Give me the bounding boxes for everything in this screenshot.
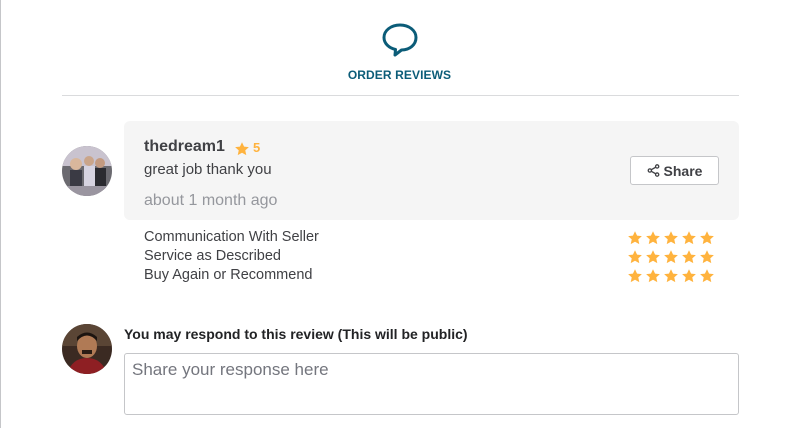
left-border — [0, 0, 1, 428]
criteria-label: Service as Described — [144, 248, 281, 264]
criteria-row: Service as Described — [144, 248, 724, 267]
criteria-stars — [627, 230, 715, 246]
review-text: great job thank you — [144, 161, 272, 178]
star-icon — [646, 250, 660, 264]
star-icon — [682, 250, 696, 264]
star-icon — [664, 269, 678, 283]
star-icon — [646, 231, 660, 245]
reviewer-username[interactable]: thedream1 — [144, 138, 225, 156]
share-icon — [647, 164, 659, 177]
criteria-row: Communication With Seller — [144, 229, 724, 248]
star-icon — [700, 269, 714, 283]
star-icon — [628, 269, 642, 283]
star-icon — [664, 250, 678, 264]
review-time: about 1 month ago — [144, 192, 278, 209]
criteria-label: Communication With Seller — [144, 229, 319, 245]
divider — [62, 95, 739, 96]
chat-bubble-icon — [382, 23, 418, 57]
star-icon — [700, 231, 714, 245]
criteria-label: Buy Again or Recommend — [144, 267, 313, 283]
share-label: Share — [663, 162, 703, 179]
star-icon — [700, 250, 714, 264]
respond-prompt: You may respond to this review (This wil… — [124, 326, 468, 342]
share-button[interactable]: Share — [630, 156, 719, 185]
page-title: ORDER REVIEWS — [347, 68, 452, 82]
review-rating: 5 — [253, 140, 261, 155]
seller-avatar — [62, 324, 112, 374]
star-icon — [682, 231, 696, 245]
star-icon — [235, 142, 249, 156]
reviewer-avatar[interactable] — [62, 146, 112, 196]
criteria-row: Buy Again or Recommend — [144, 267, 724, 286]
star-icon — [664, 231, 678, 245]
star-icon — [628, 231, 642, 245]
star-icon — [628, 250, 642, 264]
criteria-stars — [627, 249, 715, 265]
star-icon — [646, 269, 660, 283]
criteria-stars — [627, 268, 715, 284]
star-icon — [682, 269, 696, 283]
review-card: thedream1 5 great job thank you about 1 … — [124, 121, 739, 220]
response-input[interactable] — [124, 353, 739, 415]
criteria-ratings: Communication With Seller Service as Des… — [144, 229, 724, 286]
